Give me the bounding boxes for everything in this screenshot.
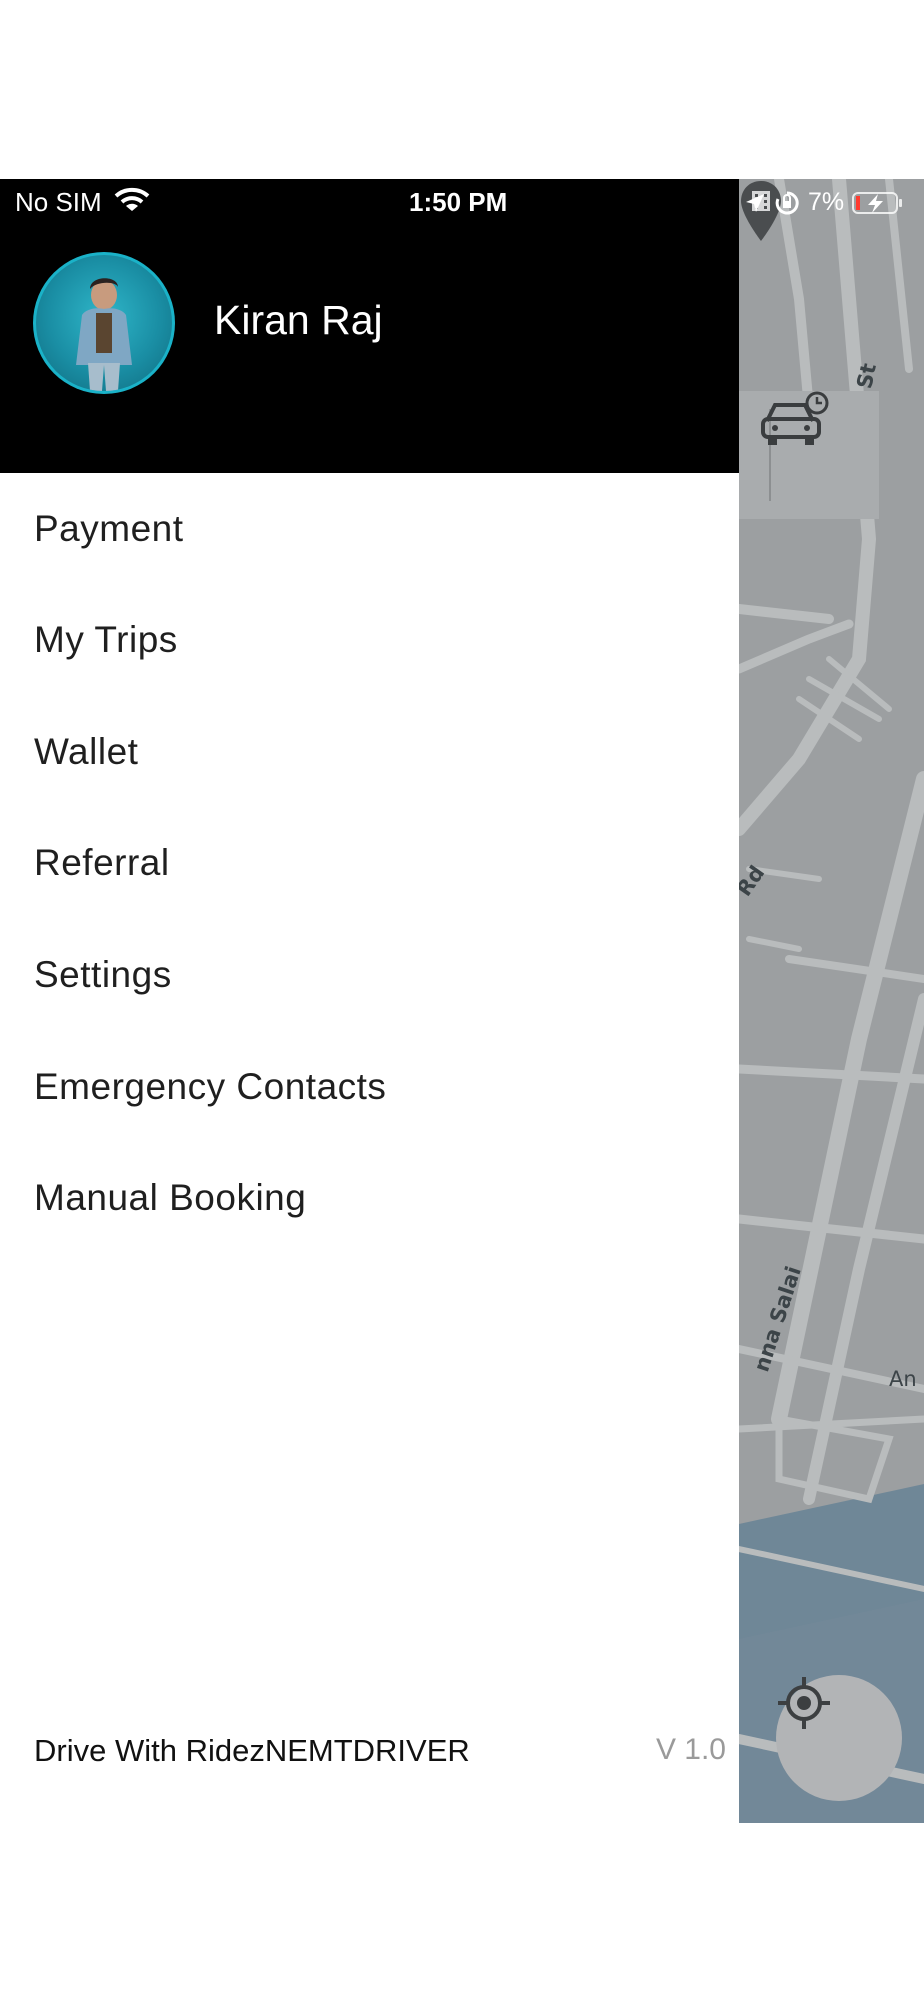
battery-percent: 7%: [808, 188, 845, 216]
navigation-drawer: Kiran Raj Payment My Trips Wallet Referr…: [0, 179, 739, 1823]
menu-item-wallet[interactable]: Wallet: [0, 696, 739, 808]
menu-item-settings[interactable]: Settings: [0, 919, 739, 1031]
menu-item-my-trips[interactable]: My Trips: [0, 584, 739, 696]
menu-item-emergency-contacts[interactable]: Emergency Contacts: [0, 1031, 739, 1143]
drawer-menu: Payment My Trips Wallet Referral Setting…: [0, 473, 739, 1254]
menu-item-referral[interactable]: Referral: [0, 807, 739, 919]
clock: 1:50 PM: [409, 187, 508, 217]
app-screen: St Rd nna Salai An Kiran Raj Payment My …: [0, 179, 924, 1823]
version-label: V 1.0: [655, 1733, 726, 1766]
location-arrow-icon: [746, 193, 764, 212]
user-name: Kiran Raj: [214, 297, 383, 343]
status-bar: No SIM 1:50 PM 7%: [0, 179, 924, 225]
menu-item-manual-booking[interactable]: Manual Booking: [0, 1142, 739, 1254]
scheduled-ride-button[interactable]: [739, 391, 879, 519]
orientation-lock-icon: [775, 190, 799, 214]
my-location-button[interactable]: [776, 1675, 902, 1801]
carrier-label: No SIM: [15, 187, 102, 217]
battery-charging-icon: [852, 191, 903, 214]
drive-with-link[interactable]: Drive With RidezNEMTDRIVER: [34, 1733, 470, 1769]
map-view[interactable]: St Rd nna Salai An: [732, 179, 924, 1823]
scheduled-car-icon: [761, 391, 829, 445]
menu-item-payment[interactable]: Payment: [0, 473, 739, 584]
avatar-image: [36, 255, 172, 391]
avatar[interactable]: [33, 252, 175, 394]
street-label: An: [889, 1367, 917, 1391]
status-right: 7%: [744, 188, 904, 217]
wifi-icon: [114, 187, 150, 211]
street-label: St: [852, 361, 881, 391]
my-location-icon: [778, 1677, 830, 1729]
